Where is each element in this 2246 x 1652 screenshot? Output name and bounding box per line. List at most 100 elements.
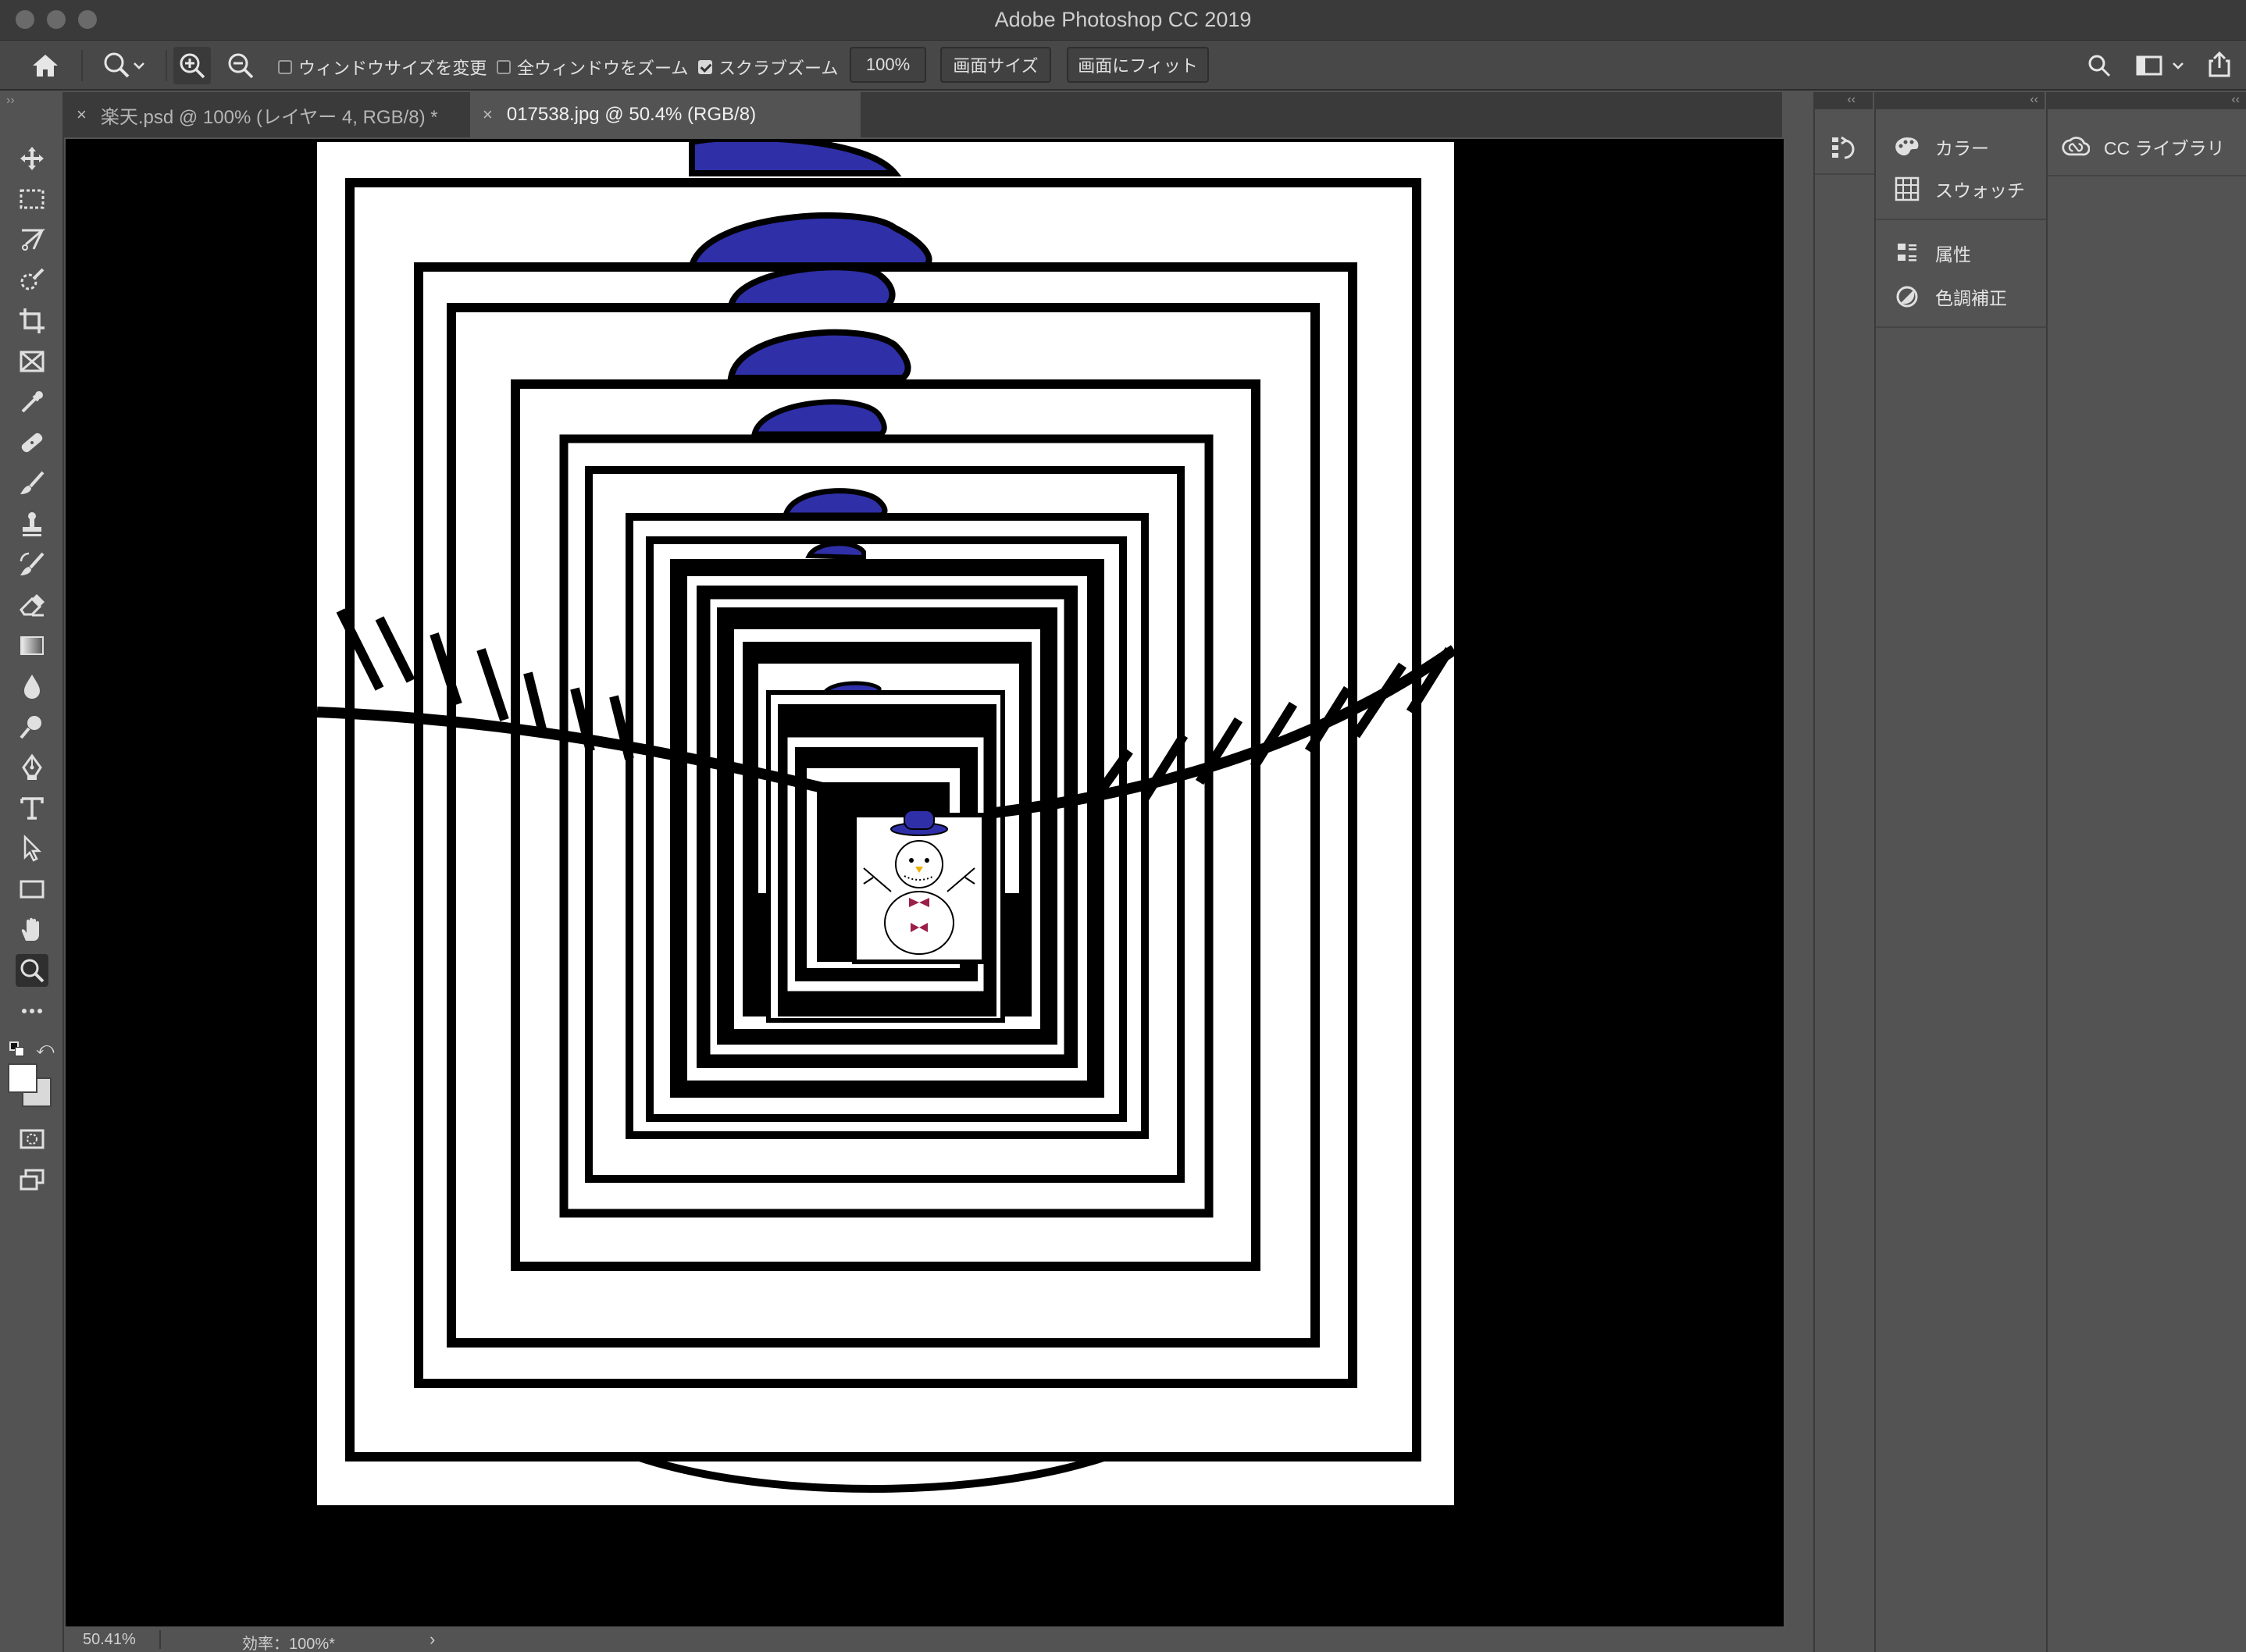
zoom-100-button[interactable]: 100%: [850, 47, 926, 83]
zoom-tool[interactable]: [16, 954, 48, 987]
chevron-down-icon: [2173, 62, 2184, 69]
swatches-panel-label: スウォッチ: [1935, 180, 2025, 201]
fit-screen-button[interactable]: 画面サイズ: [940, 47, 1051, 83]
canvas-workspace[interactable]: [66, 139, 1784, 1626]
pen-tool[interactable]: [16, 751, 48, 784]
palette-icon: [1893, 133, 1921, 161]
move-tool[interactable]: [16, 142, 48, 175]
zoom-all-label: 全ウィンドウをズーム: [517, 59, 689, 78]
default-colors-icon[interactable]: [9, 1041, 25, 1057]
pen-icon: [22, 753, 42, 780]
checkbox-box[interactable]: [497, 60, 511, 74]
fill-screen-button[interactable]: 画面にフィット: [1067, 47, 1209, 83]
tab-close-icon[interactable]: ×: [483, 105, 493, 125]
checkbox-box[interactable]: [278, 60, 292, 74]
options-bar: ウィンドウサイズを変更 全ウィンドウをズーム スクラブズーム 100% 画面サイ…: [0, 41, 2246, 91]
adjustments-panel-label: 色調補正: [1935, 288, 2007, 308]
screen-mode-button[interactable]: [16, 1163, 48, 1196]
creative-cloud-icon: [2062, 133, 2090, 161]
search-button[interactable]: [2084, 50, 2115, 81]
dock-collapse-bar-1[interactable]: ‹‹: [1813, 92, 1873, 109]
status-divider: [159, 1630, 161, 1649]
divider: [1876, 219, 2046, 220]
zoom-tool-preset-picker[interactable]: [92, 48, 155, 83]
swatches-panel-button[interactable]: スウォッチ: [1893, 175, 2025, 203]
blur-icon: [24, 675, 40, 699]
rectangle-tool[interactable]: [16, 873, 48, 906]
dodge-tool[interactable]: [16, 710, 48, 743]
zoom-icon: [20, 959, 45, 983]
type-tool[interactable]: [16, 792, 48, 824]
brush-tool[interactable]: [16, 467, 48, 500]
more-icon: [22, 1009, 42, 1013]
dock-collapse-bar-2[interactable]: ‹‹: [1874, 92, 2045, 109]
path-select-icon: [23, 835, 42, 862]
quick-select-tool[interactable]: [16, 264, 48, 297]
title-bar: Adobe Photoshop CC 2019: [0, 0, 2246, 41]
divider: [1815, 173, 1874, 175]
dock-collapse-bar-3[interactable]: ‹‹: [2046, 92, 2246, 109]
resize-windows-checkbox[interactable]: ウィンドウサイズを変更: [278, 55, 487, 80]
history-dock-strip: [1813, 109, 1874, 1652]
checkbox-box[interactable]: [698, 60, 712, 74]
home-icon: [33, 55, 58, 77]
document-tab-bar: × 楽天.psd @ 100% (レイヤー 4, RGB/8) * × 0175…: [64, 92, 1782, 137]
history-icon: [1832, 136, 1855, 159]
toolbar-collapse-toggle[interactable]: ››: [6, 94, 15, 108]
swap-colors-icon[interactable]: ⤺: [36, 1038, 55, 1059]
cc-libraries-panel-button[interactable]: CC ライブラリ: [2062, 133, 2225, 161]
crop-tool[interactable]: [16, 304, 48, 337]
share-icon: [2209, 52, 2230, 77]
quick-mask-button[interactable]: [16, 1123, 48, 1155]
eraser-tool[interactable]: [16, 589, 48, 621]
share-button[interactable]: [2202, 48, 2237, 81]
zoom-icon: [104, 52, 130, 78]
eraser-icon: [20, 594, 45, 617]
zoom-out-button[interactable]: [222, 47, 259, 84]
window-title: Adobe Photoshop CC 2019: [994, 8, 1252, 31]
properties-panel-label: 属性: [1935, 244, 1971, 265]
zoom-in-button[interactable]: [173, 47, 211, 84]
tools-panel: ›› ⤺: [0, 92, 64, 1652]
tab-close-icon[interactable]: ×: [77, 105, 87, 125]
dodge-icon: [20, 716, 41, 739]
gradient-tool[interactable]: [16, 629, 48, 662]
zoom-level[interactable]: 50.41%: [83, 1631, 136, 1649]
foreground-color-swatch[interactable]: [8, 1063, 37, 1093]
search-icon: [2088, 55, 2111, 77]
history-panel-button[interactable]: [1829, 133, 1860, 164]
healing-brush-tool[interactable]: [16, 426, 48, 459]
zoom-all-windows-checkbox[interactable]: 全ウィンドウをズーム: [497, 55, 688, 80]
history-brush-tool[interactable]: [16, 548, 48, 581]
tab-rakuten-psd[interactable]: × 楽天.psd @ 100% (レイヤー 4, RGB/8) *: [64, 92, 470, 137]
libraries-dock-column: CC ライブラリ: [2046, 109, 2246, 1652]
hand-tool[interactable]: [16, 913, 48, 946]
color-panel-button[interactable]: カラー: [1893, 133, 1989, 161]
gradient-icon: [20, 636, 44, 655]
history-brush-icon: [20, 552, 45, 575]
status-menu-arrow[interactable]: ›: [430, 1629, 435, 1650]
blur-tool[interactable]: [16, 670, 48, 703]
marquee-tool[interactable]: [16, 183, 48, 215]
tab-label: 017538.jpg @ 50.4% (RGB/8): [506, 104, 757, 125]
home-button[interactable]: [28, 50, 62, 81]
adjustments-panel-button[interactable]: 色調補正: [1893, 283, 2007, 311]
frame-tool[interactable]: [16, 345, 48, 378]
clone-stamp-tool[interactable]: [16, 507, 48, 540]
document-canvas[interactable]: [317, 142, 1454, 1505]
move-icon: [20, 147, 44, 170]
scrubby-zoom-checkbox[interactable]: スクラブズーム: [698, 55, 838, 80]
separator: [81, 50, 83, 81]
path-selection-tool[interactable]: [16, 832, 48, 865]
properties-icon: [1893, 239, 1921, 267]
properties-panel-button[interactable]: 属性: [1893, 239, 1971, 267]
chevron-down-icon: [134, 62, 144, 69]
tab-017538-jpg[interactable]: × 017538.jpg @ 50.4% (RGB/8): [470, 92, 861, 137]
lasso-tool[interactable]: [16, 223, 48, 256]
workspace-switcher[interactable]: [2132, 50, 2188, 81]
edit-toolbar-button[interactable]: [16, 995, 48, 1027]
eyedropper-tool[interactable]: [16, 386, 48, 418]
tab-label: 楽天.psd @ 100% (レイヤー 4, RGB/8) *: [100, 106, 438, 128]
brush-icon: [20, 471, 45, 494]
efficiency-info: 効率：100%*: [242, 1636, 335, 1652]
